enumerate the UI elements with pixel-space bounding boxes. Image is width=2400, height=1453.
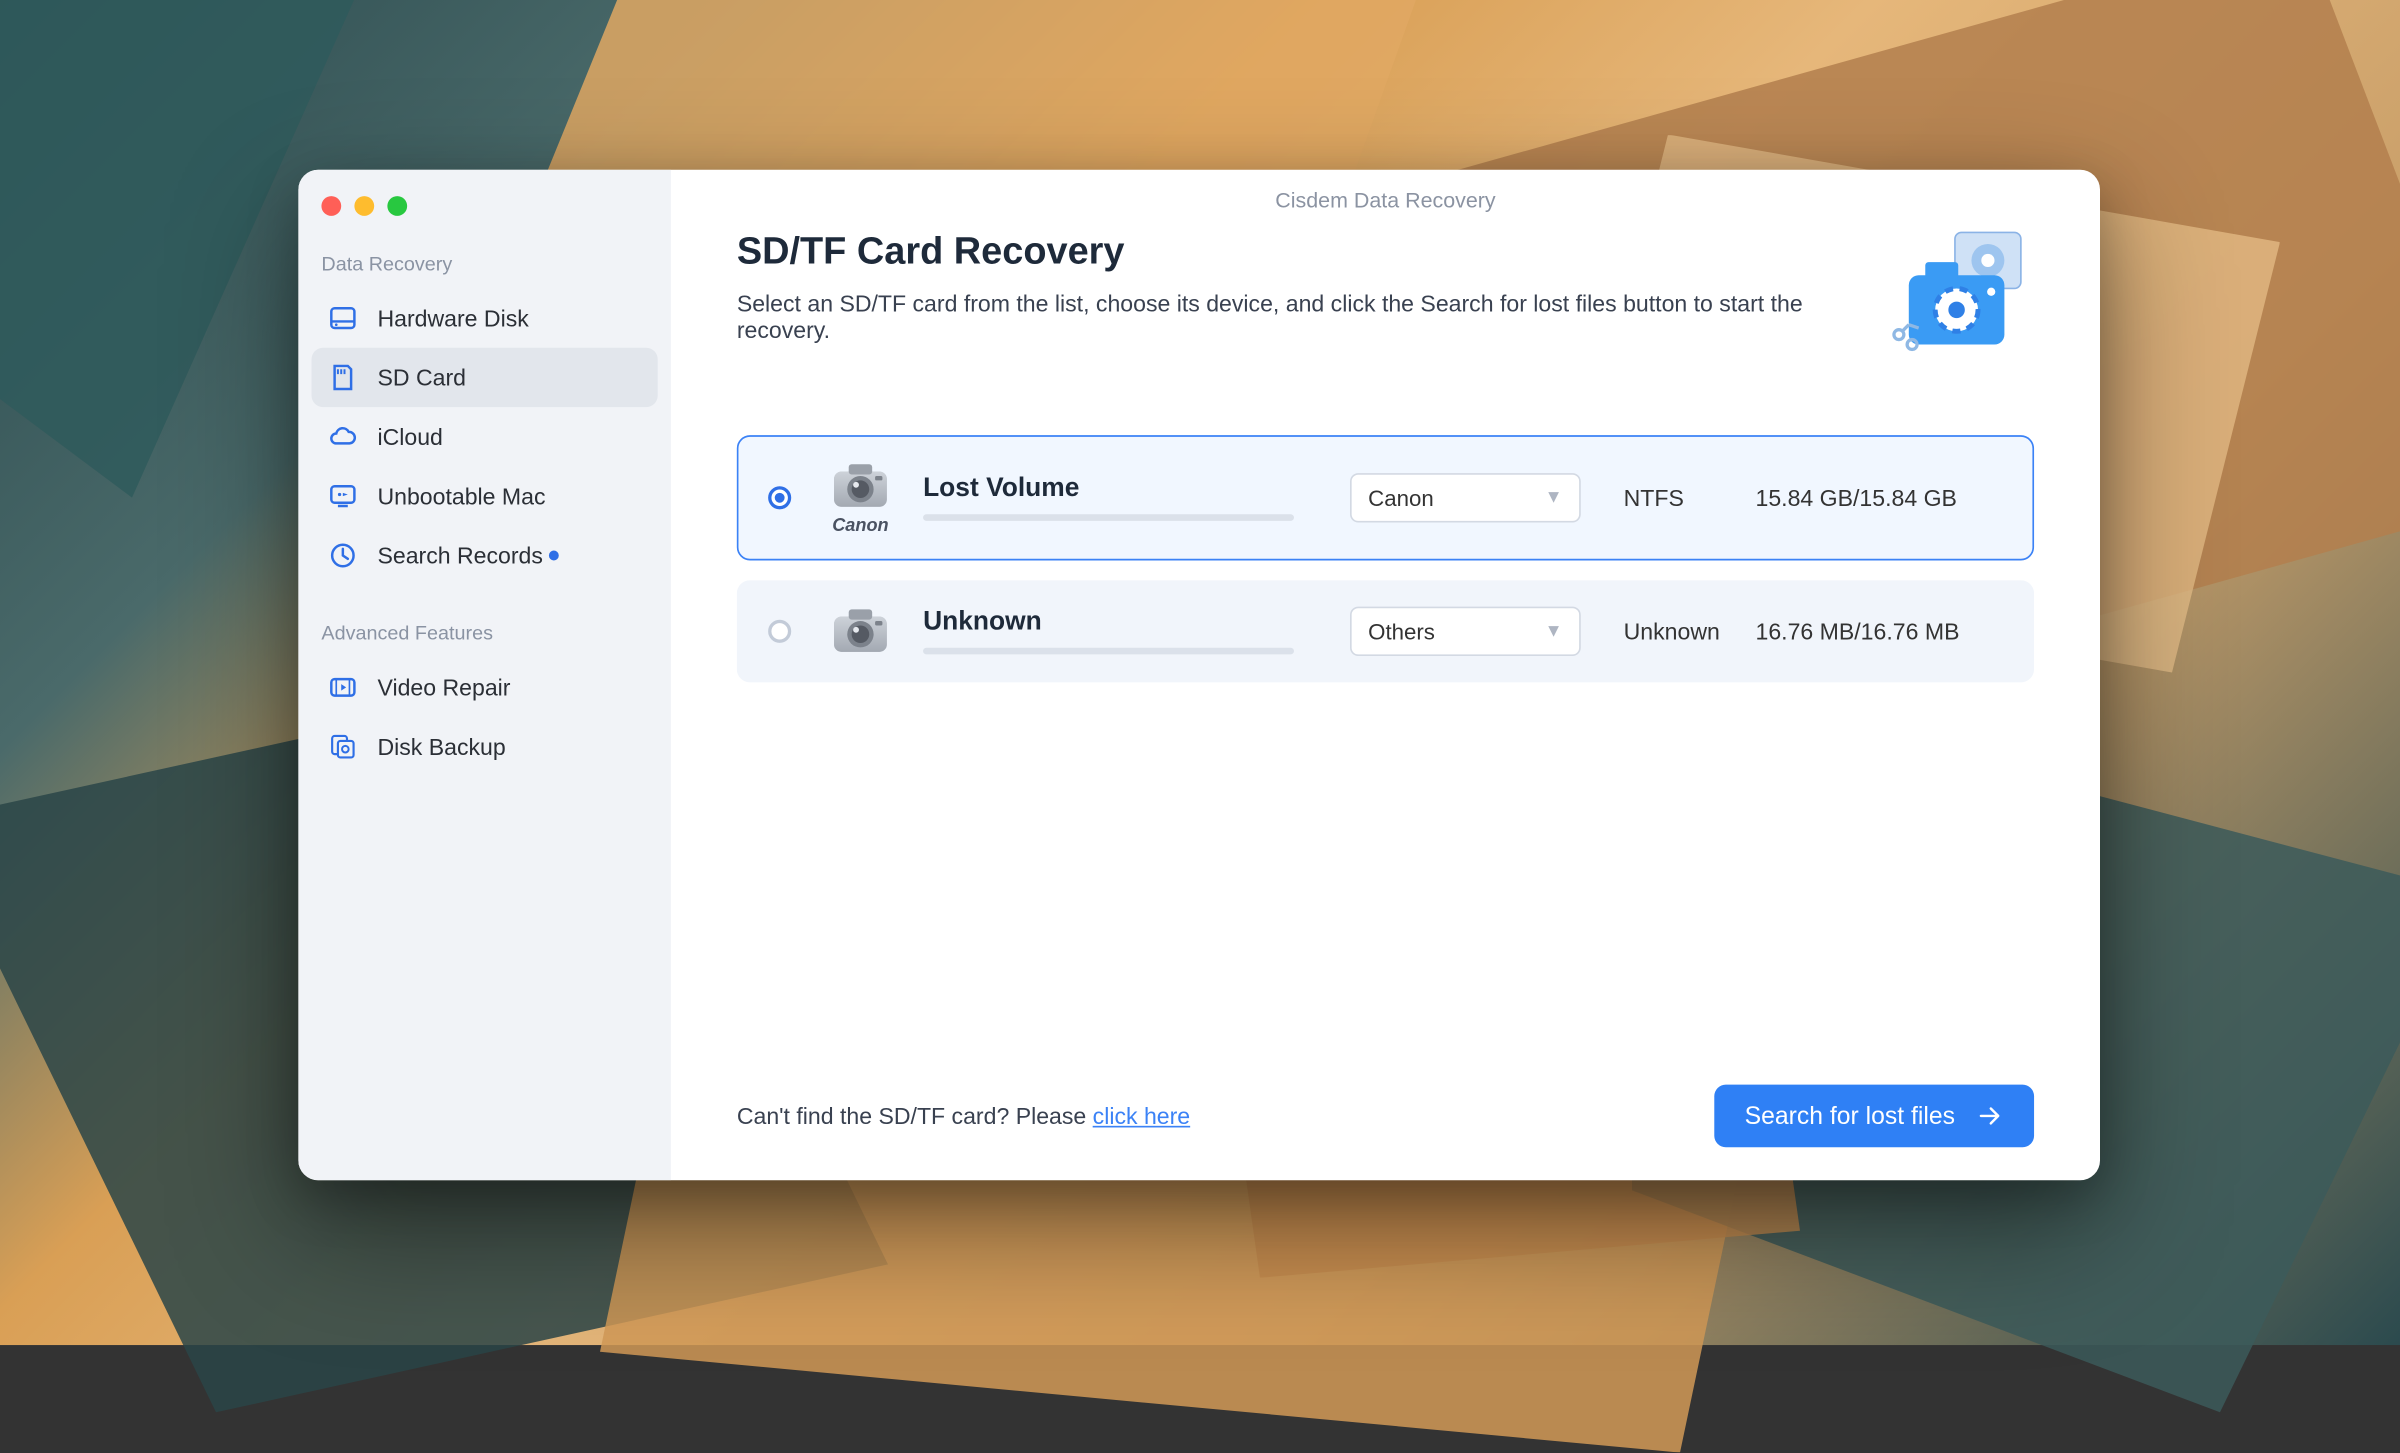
- backup-icon: [328, 732, 358, 762]
- sidebar-section-label: Advanced Features: [298, 612, 671, 658]
- camera-icon: [827, 605, 893, 658]
- sidebar-item-label: Search Records: [377, 542, 542, 568]
- camera-icon: Canon: [827, 460, 893, 536]
- chevron-down-icon: ▼: [1545, 621, 1563, 641]
- clock-icon: [328, 541, 358, 571]
- recovery-hero-icon: [1889, 229, 2034, 353]
- volume-list: Canon Lost Volume Canon ▼ NTFS15.84 GB/15.84…: [737, 435, 2034, 682]
- video-icon: [328, 673, 358, 703]
- app-window: Data Recovery Hardware Disk SD Card iCloud U…: [298, 170, 2100, 1180]
- device-select[interactable]: Canon ▼: [1350, 473, 1581, 522]
- volume-usage-bar: [923, 648, 1294, 655]
- sidebar-item-video-repair[interactable]: Video Repair: [312, 658, 658, 717]
- window-title: Cisdem Data Recovery: [671, 170, 2100, 229]
- monitor-icon: [328, 481, 358, 511]
- volume-size: 16.76 MB/16.76 MB: [1755, 618, 2002, 644]
- volume-name: Lost Volume: [923, 475, 1294, 505]
- sidebar-item-unbootable-mac[interactable]: Unbootable Mac: [312, 466, 658, 525]
- sidebar-item-label: SD Card: [377, 364, 465, 390]
- help-prefix: Can't find the SD/TF card? Please: [737, 1103, 1093, 1129]
- volume-usage-bar: [923, 514, 1294, 521]
- sidebar-item-label: iCloud: [377, 424, 442, 450]
- sidebar-item-icloud[interactable]: iCloud: [312, 407, 658, 466]
- volume-row[interactable]: UnknownOthers▼Unknown16.76 MB/16.76 MB: [737, 580, 2034, 682]
- device-select-value: Canon: [1368, 485, 1434, 510]
- device-select-value: Others: [1368, 619, 1435, 644]
- window-controls: [298, 190, 671, 243]
- volume-icon-caption: Canon: [832, 516, 888, 536]
- volume-radio[interactable]: [768, 486, 791, 509]
- arrow-right-icon: [1975, 1101, 2005, 1131]
- page-subtitle: Select an SD/TF card from the list, choo…: [737, 290, 1856, 343]
- volume-name: Unknown: [923, 608, 1294, 638]
- sidebar-item-hardware-disk[interactable]: Hardware Disk: [312, 288, 658, 347]
- minimize-icon[interactable]: [354, 196, 374, 216]
- notification-dot-icon: [550, 551, 560, 561]
- cloud-icon: [328, 422, 358, 452]
- search-button[interactable]: Search for lost files: [1715, 1085, 2034, 1148]
- volume-radio[interactable]: [768, 620, 791, 643]
- main-panel: Cisdem Data Recovery SD/TF Card Recovery…: [671, 170, 2100, 1180]
- sidebar-item-label: Unbootable Mac: [377, 483, 545, 509]
- sidebar-item-search-records[interactable]: Search Records: [312, 526, 658, 585]
- search-button-label: Search for lost files: [1745, 1102, 1955, 1130]
- sidebar-item-label: Hardware Disk: [377, 305, 528, 331]
- device-select[interactable]: Others ▼: [1350, 607, 1581, 656]
- volume-filesystem: Unknown: [1624, 618, 1756, 644]
- volume-row[interactable]: Canon Lost Volume Canon ▼ NTFS15.84 GB/15.84…: [737, 435, 2034, 560]
- sdcard-icon: [328, 363, 358, 393]
- volume-filesystem: NTFS: [1624, 485, 1756, 511]
- maximize-icon[interactable]: [387, 196, 407, 216]
- page-title: SD/TF Card Recovery: [737, 229, 1856, 274]
- sidebar-item-label: Video Repair: [377, 674, 510, 700]
- volume-size: 15.84 GB/15.84 GB: [1755, 485, 2002, 511]
- help-link[interactable]: click here: [1093, 1103, 1190, 1129]
- chevron-down-icon: ▼: [1545, 488, 1563, 508]
- help-text: Can't find the SD/TF card? Please click …: [737, 1103, 1190, 1129]
- close-icon[interactable]: [321, 196, 341, 216]
- sidebar-item-disk-backup[interactable]: Disk Backup: [312, 717, 658, 776]
- sidebar-section-label: Data Recovery: [298, 242, 671, 288]
- disk-icon: [328, 303, 358, 333]
- sidebar: Data Recovery Hardware Disk SD Card iCloud U…: [298, 170, 671, 1180]
- sidebar-item-sd-card[interactable]: SD Card: [312, 348, 658, 407]
- sidebar-item-label: Disk Backup: [377, 734, 505, 760]
